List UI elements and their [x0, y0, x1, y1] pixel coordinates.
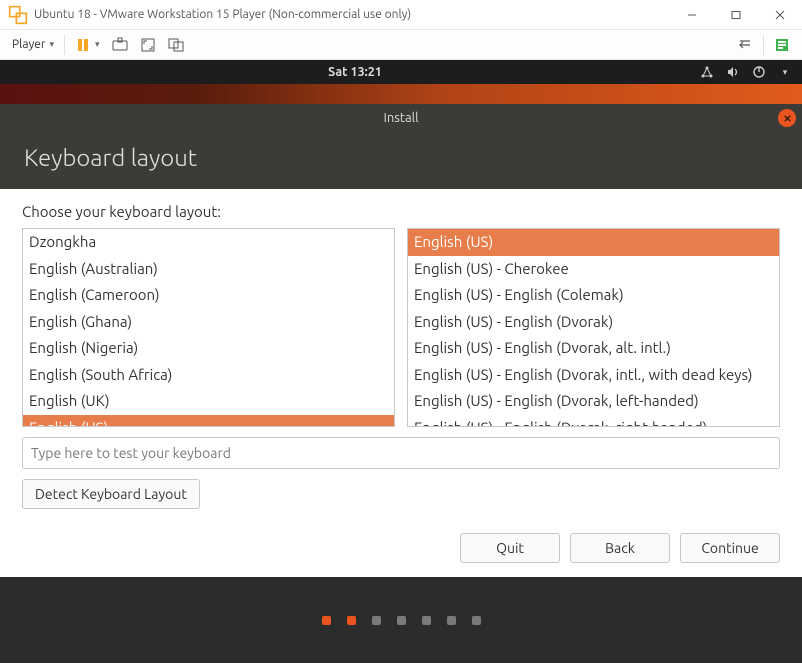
help-icon: [774, 37, 790, 53]
list-item[interactable]: English (US) - English (Dvorak): [408, 309, 779, 336]
cycle-icon: [737, 37, 753, 53]
cycle-devices-button[interactable]: [731, 32, 759, 58]
toolbar-separator: [64, 35, 65, 55]
list-item[interactable]: English (South Africa): [23, 362, 394, 389]
progress-dot: [372, 616, 381, 625]
host-close-button[interactable]: [758, 0, 802, 30]
host-window-titlebar: Ubuntu 18 - VMware Workstation 15 Player…: [0, 0, 802, 30]
fullscreen-icon: [140, 37, 156, 53]
list-item[interactable]: English (US): [408, 229, 779, 256]
page-heading: Keyboard layout: [24, 144, 778, 171]
list-item[interactable]: English (UK): [23, 388, 394, 415]
list-item[interactable]: English (US): [23, 415, 394, 428]
ubuntu-desktop-background: [0, 84, 802, 104]
list-item[interactable]: English (Australian): [23, 256, 394, 283]
host-window-title: Ubuntu 18 - VMware Workstation 15 Player…: [34, 8, 670, 21]
help-button[interactable]: [768, 32, 796, 58]
vmware-app-icon: [8, 5, 28, 25]
player-menu-label: Player: [12, 38, 45, 51]
installer-title: Install: [384, 111, 419, 125]
progress-dot: [347, 616, 356, 625]
installer-titlebar: Install: [0, 104, 802, 132]
progress-dot: [397, 616, 406, 625]
list-item[interactable]: English (Nigeria): [23, 335, 394, 362]
keyboard-variant-list[interactable]: English (US)English (US) - CherokeeEngli…: [407, 228, 780, 427]
list-item[interactable]: English (US) - English (Colemak): [408, 282, 779, 309]
progress-dots: [0, 577, 802, 663]
unity-icon: [168, 37, 184, 53]
chevron-down-icon: ▾: [49, 39, 54, 50]
list-item[interactable]: English (Cameroon): [23, 282, 394, 309]
installer-close-button[interactable]: [778, 109, 796, 127]
network-icon[interactable]: [700, 65, 714, 79]
keyboard-prompt: Choose your keyboard layout:: [22, 203, 780, 220]
pause-icon: [75, 37, 91, 53]
fullscreen-button[interactable]: [134, 32, 162, 58]
chevron-down-icon[interactable]: ▾: [778, 65, 792, 79]
vmware-toolbar: Player ▾ ▾: [0, 30, 802, 60]
detect-keyboard-button[interactable]: Detect Keyboard Layout: [22, 479, 200, 509]
ubuntu-system-tray[interactable]: ▾: [700, 65, 802, 79]
installer-window: Install Keyboard layout Choose your keyb…: [0, 104, 802, 663]
list-item[interactable]: English (US) - Cherokee: [408, 256, 779, 283]
send-ctrl-alt-del-button[interactable]: [106, 32, 134, 58]
ubuntu-clock[interactable]: Sat 13:21: [10, 65, 700, 79]
host-maximize-button[interactable]: [714, 0, 758, 30]
pause-vm-button[interactable]: ▾: [69, 32, 106, 58]
installer-header: Keyboard layout: [0, 132, 802, 189]
list-item[interactable]: English (US) - English (Dvorak, right-ha…: [408, 415, 779, 428]
back-button[interactable]: Back: [570, 533, 670, 563]
ubuntu-top-bar: Sat 13:21 ▾: [0, 60, 802, 84]
player-menu-button[interactable]: Player ▾: [6, 32, 60, 58]
progress-dot: [422, 616, 431, 625]
power-icon[interactable]: [752, 65, 766, 79]
keyboard-language-list[interactable]: DzongkhaEnglish (Australian)English (Cam…: [22, 228, 395, 427]
volume-icon[interactable]: [726, 65, 740, 79]
chevron-down-icon: ▾: [95, 39, 100, 50]
list-item[interactable]: English (US) - English (Dvorak, alt. int…: [408, 335, 779, 362]
toolbar-separator: [763, 35, 764, 55]
host-minimize-button[interactable]: [670, 0, 714, 30]
list-item[interactable]: English (US) - English (Dvorak, intl., w…: [408, 362, 779, 389]
send-keys-icon: [112, 37, 128, 53]
list-item[interactable]: English (US) - English (Dvorak, left-han…: [408, 388, 779, 415]
list-item[interactable]: English (Ghana): [23, 309, 394, 336]
list-item[interactable]: Dzongkha: [23, 229, 394, 256]
installer-body: Choose your keyboard layout: DzongkhaEng…: [0, 189, 802, 577]
keyboard-test-input[interactable]: [22, 437, 780, 469]
quit-button[interactable]: Quit: [460, 533, 560, 563]
progress-dot: [472, 616, 481, 625]
unity-mode-button[interactable]: [162, 32, 190, 58]
continue-button[interactable]: Continue: [680, 533, 780, 563]
progress-dot: [447, 616, 456, 625]
progress-dot: [322, 616, 331, 625]
